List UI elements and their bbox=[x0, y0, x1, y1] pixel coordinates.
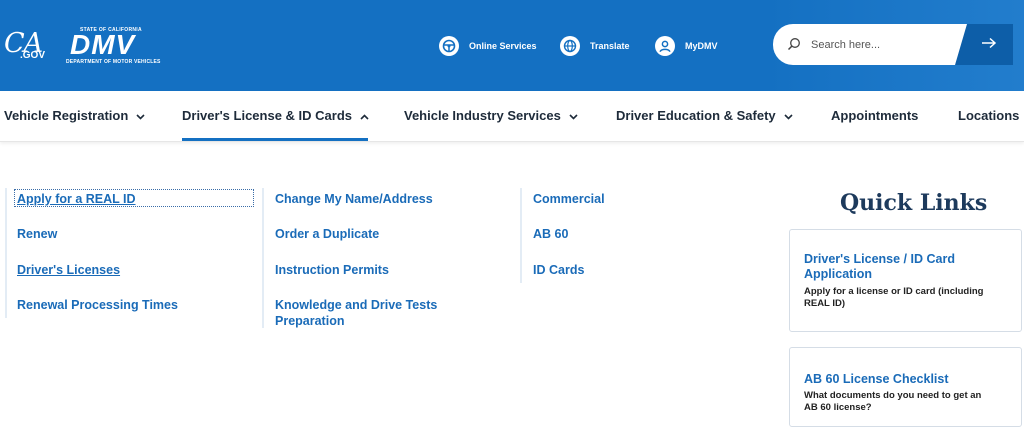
menu-link-change-name-address[interactable]: Change My Name/Address bbox=[275, 191, 433, 207]
main-nav: Vehicle Registration Driver's License & … bbox=[0, 91, 1024, 142]
nav-active-indicator bbox=[182, 138, 368, 141]
nav-label: Driver's License & ID Cards bbox=[182, 108, 352, 123]
menu-link-apply-real-id[interactable]: Apply for a REAL ID bbox=[17, 191, 136, 207]
online-services-link[interactable]: Online Services bbox=[439, 36, 537, 56]
nav-label: Locations bbox=[958, 108, 1020, 123]
online-services-label: Online Services bbox=[469, 41, 537, 51]
menu-link-renew[interactable]: Renew bbox=[17, 226, 57, 242]
nav-locations[interactable]: Locations bbox=[958, 108, 1019, 123]
globe-icon bbox=[560, 36, 580, 56]
nav-label: Appointments bbox=[831, 108, 919, 123]
nav-vehicle-registration[interactable]: Vehicle Registration bbox=[4, 108, 145, 123]
search-input[interactable] bbox=[811, 35, 951, 55]
nav-driver-education-safety[interactable]: Driver Education & Safety bbox=[616, 108, 793, 123]
chevron-down-icon bbox=[569, 108, 578, 123]
nav-drivers-license[interactable]: Driver's License & ID Cards bbox=[182, 108, 369, 123]
column-divider bbox=[262, 188, 264, 328]
menu-link-renewal-processing-times[interactable]: Renewal Processing Times bbox=[17, 297, 178, 313]
nav-appointments[interactable]: Appointments bbox=[831, 108, 918, 123]
arrow-right-icon bbox=[981, 36, 997, 54]
card-title: Application bbox=[804, 267, 873, 281]
chevron-up-icon bbox=[360, 108, 369, 123]
translate-link[interactable]: Translate bbox=[560, 36, 630, 56]
card-description: AB 60 license? bbox=[804, 402, 872, 413]
card-title: Driver's License / ID Card bbox=[804, 252, 955, 266]
mydmv-link[interactable]: MyDMV bbox=[655, 36, 718, 56]
menu-link-id-cards[interactable]: ID Cards bbox=[533, 262, 584, 278]
chevron-down-icon bbox=[136, 108, 145, 123]
nav-label: Driver Education & Safety bbox=[616, 108, 776, 123]
column-divider bbox=[520, 188, 522, 283]
card-description: REAL ID) bbox=[804, 298, 845, 309]
translate-label: Translate bbox=[590, 41, 630, 51]
menu-link-instruction-permits[interactable]: Instruction Permits bbox=[275, 262, 389, 278]
menu-link-order-duplicate[interactable]: Order a Duplicate bbox=[275, 226, 379, 242]
quick-link-card-ab60-checklist[interactable]: AB 60 License Checklist What documents d… bbox=[789, 347, 1022, 427]
steering-wheel-icon bbox=[439, 36, 459, 56]
nav-label: Vehicle Registration bbox=[4, 108, 129, 123]
search-icon bbox=[787, 37, 801, 56]
column-divider bbox=[5, 188, 7, 318]
menu-link-ab60[interactable]: AB 60 bbox=[533, 226, 568, 242]
card-description: Apply for a license or ID card (includin… bbox=[804, 286, 984, 297]
site-header: CA .GOV STATE OF CALIFORNIA DMV DEPARTME… bbox=[0, 0, 1024, 91]
card-description: What documents do you need to get an bbox=[804, 390, 982, 401]
user-icon bbox=[655, 36, 675, 56]
menu-link-line: Preparation bbox=[275, 314, 345, 328]
quick-link-card-license-application[interactable]: Driver's License / ID Card Application A… bbox=[789, 229, 1022, 332]
nav-label: Vehicle Industry Services bbox=[404, 108, 561, 123]
ca-logo-gov: .GOV bbox=[20, 50, 46, 61]
mydmv-label: MyDMV bbox=[685, 41, 718, 51]
menu-link-commercial[interactable]: Commercial bbox=[533, 191, 605, 207]
chevron-down-icon bbox=[784, 108, 793, 123]
dmv-logo-letters: DMV bbox=[70, 29, 136, 60]
menu-link-line: Knowledge and Drive Tests bbox=[275, 298, 438, 312]
quick-links-title: Quick Links bbox=[840, 190, 988, 216]
dmv-logo-department: DEPARTMENT OF MOTOR VEHICLES bbox=[66, 59, 161, 65]
card-title: AB 60 License Checklist bbox=[804, 372, 949, 386]
menu-link-drivers-licenses[interactable]: Driver's Licenses bbox=[17, 262, 120, 278]
nav-vehicle-industry-services[interactable]: Vehicle Industry Services bbox=[404, 108, 578, 123]
